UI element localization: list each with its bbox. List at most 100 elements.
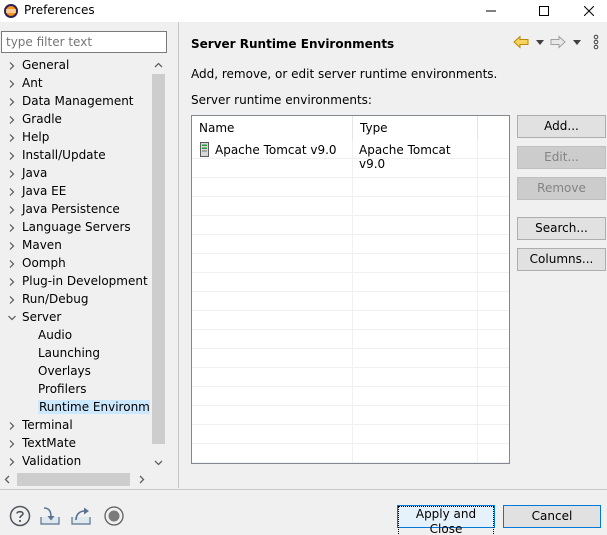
export-icon[interactable]: [70, 505, 92, 527]
vertical-scroll-thumb[interactable]: [152, 74, 165, 444]
scroll-left-icon[interactable]: [3, 475, 12, 484]
chevron-right-icon[interactable]: [8, 422, 16, 430]
sidebar-item[interactable]: Ant: [0, 75, 150, 93]
columns-button[interactable]: Columns...: [517, 248, 606, 271]
column-header-name[interactable]: Name: [192, 116, 353, 140]
sidebar-item-label: Language Servers: [22, 220, 131, 234]
maximize-button[interactable]: [521, 0, 567, 22]
sidebar-item[interactable]: Help: [0, 129, 150, 147]
chevron-right-icon[interactable]: [8, 278, 16, 286]
edit-button[interactable]: Edit...: [517, 146, 606, 169]
tree-vertical-scrollbar[interactable]: [150, 57, 167, 471]
sidebar-item[interactable]: Gradle: [0, 111, 150, 129]
sidebar-item[interactable]: General: [0, 57, 150, 75]
chevron-right-icon[interactable]: [8, 116, 16, 124]
sidebar-item[interactable]: Overlays: [0, 363, 150, 381]
sidebar-item[interactable]: Java: [0, 165, 150, 183]
sidebar-item-label: Java EE: [22, 184, 67, 198]
back-arrow-icon[interactable]: [513, 35, 529, 49]
sidebar-item[interactable]: Audio: [0, 327, 150, 345]
chevron-right-icon[interactable]: [8, 260, 16, 268]
horizontal-scroll-thumb[interactable]: [17, 473, 130, 486]
sidebar-item[interactable]: Profilers: [0, 381, 150, 399]
tree-horizontal-scrollbar[interactable]: [0, 471, 150, 488]
sidebar-item[interactable]: Runtime Environmen: [0, 399, 150, 417]
footer-divider: [0, 489, 607, 490]
search-button[interactable]: Search...: [517, 217, 606, 240]
sidebar-item[interactable]: Validation: [0, 453, 150, 471]
scroll-right-icon[interactable]: [137, 475, 146, 484]
sidebar-item[interactable]: Oomph: [0, 255, 150, 273]
table-cell-name: [192, 273, 353, 292]
table-cell-name: [192, 425, 353, 444]
add-button[interactable]: Add...: [517, 115, 606, 138]
sidebar-item-label: Install/Update: [22, 148, 106, 162]
runtime-list-label: Server runtime environments:: [191, 93, 372, 107]
sidebar-item[interactable]: Run/Debug: [0, 291, 150, 309]
chevron-right-icon[interactable]: [8, 440, 16, 448]
chevron-right-icon[interactable]: [8, 188, 16, 196]
table-cell-type: [353, 292, 478, 311]
sidebar-item[interactable]: Java EE: [0, 183, 150, 201]
sidebar-item[interactable]: Launching: [0, 345, 150, 363]
maximize-icon: [539, 6, 549, 16]
sidebar-item-label: Audio: [38, 328, 73, 342]
minimize-button[interactable]: [468, 0, 514, 22]
table-row: [192, 444, 509, 463]
sidebar-item[interactable]: Maven: [0, 237, 150, 255]
sidebar-item[interactable]: Data Management: [0, 93, 150, 111]
table-cell-type: [353, 406, 478, 425]
runtime-table[interactable]: Name Type Apache Tomcat v9.0 Apache Tomca…: [191, 115, 510, 464]
sidebar-item-label: Validation: [22, 454, 82, 468]
table-row: [192, 425, 509, 444]
chevron-down-icon[interactable]: [8, 314, 16, 322]
forward-dropdown-icon[interactable]: [573, 40, 581, 45]
sidebar-item[interactable]: Plug-in Development: [0, 273, 150, 291]
remove-button[interactable]: Remove: [517, 177, 606, 200]
record-icon[interactable]: [103, 505, 125, 527]
chevron-right-icon[interactable]: [8, 458, 16, 466]
import-icon[interactable]: [39, 505, 61, 527]
sash-divider[interactable]: [178, 22, 179, 488]
cancel-button[interactable]: Cancel: [503, 505, 601, 528]
table-cell-type: [353, 216, 478, 235]
sidebar-item-label: Runtime Environmen: [38, 400, 150, 414]
close-button[interactable]: [566, 0, 607, 22]
chevron-right-icon[interactable]: [8, 152, 16, 160]
help-icon[interactable]: [9, 505, 31, 527]
chevron-right-icon[interactable]: [8, 296, 16, 304]
back-dropdown-icon[interactable]: [536, 40, 544, 45]
forward-arrow-icon[interactable]: [550, 35, 566, 49]
view-menu-icon[interactable]: [593, 34, 599, 50]
filter-input[interactable]: [1, 31, 167, 53]
sidebar-item[interactable]: Terminal: [0, 417, 150, 435]
chevron-right-icon[interactable]: [8, 242, 16, 250]
preferences-tree[interactable]: General Ant Data Management Gradle Help Insta…: [0, 57, 150, 471]
title-bar: Preferences: [0, 0, 607, 22]
sidebar-item[interactable]: Install/Update: [0, 147, 150, 165]
table-cell-name: [192, 254, 353, 273]
chevron-right-icon[interactable]: [8, 62, 16, 70]
sidebar-item-label: Java Persistence: [22, 202, 120, 216]
chevron-right-icon[interactable]: [8, 206, 16, 214]
chevron-right-icon[interactable]: [8, 170, 16, 178]
chevron-right-icon[interactable]: [8, 224, 16, 232]
page-title: Server Runtime Environments: [191, 37, 395, 51]
apply-and-close-button[interactable]: Apply and Close: [397, 505, 495, 535]
table-row: [192, 216, 509, 235]
eclipse-icon: [4, 4, 18, 18]
column-header-type[interactable]: Type: [353, 116, 478, 140]
sidebar-item-label: Maven: [22, 238, 62, 252]
scroll-up-icon[interactable]: [154, 61, 163, 70]
chevron-right-icon[interactable]: [8, 98, 16, 106]
apply-and-close-label: Apply and Close: [398, 506, 494, 535]
sidebar-item[interactable]: TextMate: [0, 435, 150, 453]
scroll-down-icon[interactable]: [154, 458, 163, 467]
chevron-right-icon[interactable]: [8, 80, 16, 88]
chevron-right-icon[interactable]: [8, 134, 16, 142]
table-cell-name: [192, 216, 353, 235]
sidebar-item[interactable]: Server: [0, 309, 150, 327]
table-row[interactable]: Apache Tomcat v9.0 Apache Tomcat v9.0: [192, 140, 509, 171]
sidebar-item[interactable]: Language Servers: [0, 219, 150, 237]
sidebar-item[interactable]: Java Persistence: [0, 201, 150, 219]
